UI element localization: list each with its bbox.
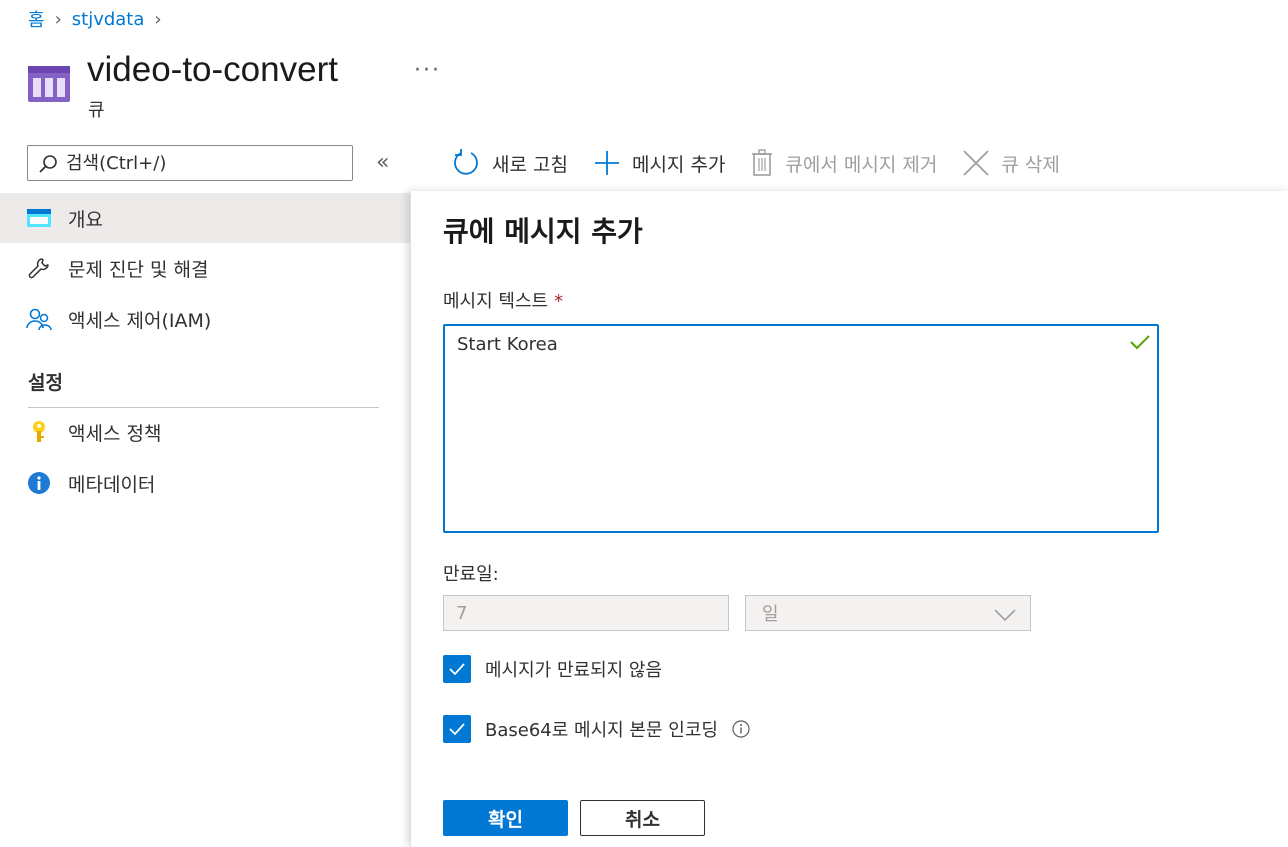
message-text-label: 메시지 텍스트 * — [443, 287, 563, 313]
people-icon — [26, 307, 52, 331]
page-title: video-to-convert — [87, 50, 338, 89]
sidebar-item-overview[interactable]: 개요 — [0, 193, 410, 243]
expiry-label: 만료일: — [443, 564, 499, 585]
more-options-button[interactable]: ··· — [414, 58, 441, 83]
refresh-button[interactable]: 새로 고침 — [452, 149, 568, 177]
sidebar-item-diagnose[interactable]: 문제 진단 및 해결 — [0, 243, 410, 293]
expiry-unit-dropdown[interactable]: 일 — [745, 595, 1031, 631]
dequeue-message-label: 큐에서 메시지 제거 — [785, 153, 938, 176]
base64-label: Base64로 메시지 본문 인코딩 — [485, 720, 718, 741]
message-text-input[interactable]: Start Korea — [443, 324, 1159, 533]
key-icon — [26, 420, 52, 444]
ok-button[interactable]: 확인 — [443, 800, 568, 836]
never-expire-label: 메시지가 만료되지 않음 — [485, 660, 663, 681]
refresh-label: 새로 고침 — [492, 153, 568, 176]
valid-check-icon — [1129, 333, 1151, 355]
close-icon — [963, 150, 989, 176]
search-box[interactable] — [27, 145, 353, 181]
never-expire-checkbox[interactable] — [443, 655, 471, 683]
sidebar-item-label: 개요 — [68, 208, 103, 231]
page-subtitle: 큐 — [88, 100, 105, 121]
queue-overview-icon — [26, 206, 52, 230]
add-message-button[interactable]: 메시지 추가 — [594, 150, 725, 177]
chevron-down-icon — [994, 606, 1016, 627]
base64-row: Base64로 메시지 본문 인코딩 — [443, 715, 750, 743]
command-bar: 새로 고침 메시지 추가 큐에서 메시지 제거 큐 삭제 — [440, 140, 1086, 186]
cancel-button[interactable]: 취소 — [580, 800, 705, 836]
sidebar-item-access-policy[interactable]: 액세스 정책 — [0, 407, 410, 457]
never-expire-row: 메시지가 만료되지 않음 — [443, 655, 662, 683]
search-icon — [38, 154, 58, 178]
queue-icon — [28, 66, 70, 102]
delete-queue-label: 큐 삭제 — [1001, 153, 1060, 176]
add-message-label: 메시지 추가 — [631, 153, 726, 176]
sidebar-item-iam[interactable]: 액세스 제어(IAM) — [0, 294, 410, 344]
required-mark: * — [554, 291, 564, 312]
plus-icon — [594, 150, 620, 176]
panel-title: 큐에 메시지 추가 — [443, 215, 643, 248]
expiry-value-input[interactable]: 7 — [443, 595, 729, 631]
search-input[interactable] — [66, 150, 346, 176]
sidebar-item-label: 메타데이터 — [68, 473, 156, 496]
collapse-sidebar-button[interactable]: « — [376, 150, 389, 175]
info-icon[interactable] — [732, 720, 750, 738]
refresh-icon — [452, 149, 480, 177]
breadcrumb: 홈 › stjvdata › — [28, 6, 162, 32]
sidebar-item-label: 액세스 제어(IAM) — [68, 309, 212, 332]
expiry-unit-text: 일 — [762, 604, 779, 625]
breadcrumb-resource-link[interactable]: stjvdata — [72, 9, 145, 30]
sidebar-item-metadata[interactable]: 메타데이터 — [0, 458, 410, 508]
info-icon — [26, 471, 52, 495]
chevron-right-icon: › — [54, 8, 62, 30]
delete-queue-button[interactable]: 큐 삭제 — [963, 150, 1060, 177]
trash-icon — [751, 149, 773, 177]
message-text-label-text: 메시지 텍스트 — [443, 291, 549, 312]
chevron-right-icon: › — [154, 8, 162, 30]
checkmark-icon — [449, 723, 465, 736]
expiry-value-text: 7 — [456, 602, 468, 624]
sidebar-item-label: 문제 진단 및 해결 — [68, 258, 209, 281]
sidebar-item-label: 액세스 정책 — [68, 422, 162, 445]
base64-checkbox[interactable] — [443, 715, 471, 743]
checkmark-icon — [449, 663, 465, 676]
settings-section-title: 설정 — [28, 372, 63, 394]
wrench-icon — [26, 256, 52, 280]
dequeue-message-button[interactable]: 큐에서 메시지 제거 — [751, 149, 937, 177]
breadcrumb-home-link[interactable]: 홈 — [28, 6, 45, 32]
